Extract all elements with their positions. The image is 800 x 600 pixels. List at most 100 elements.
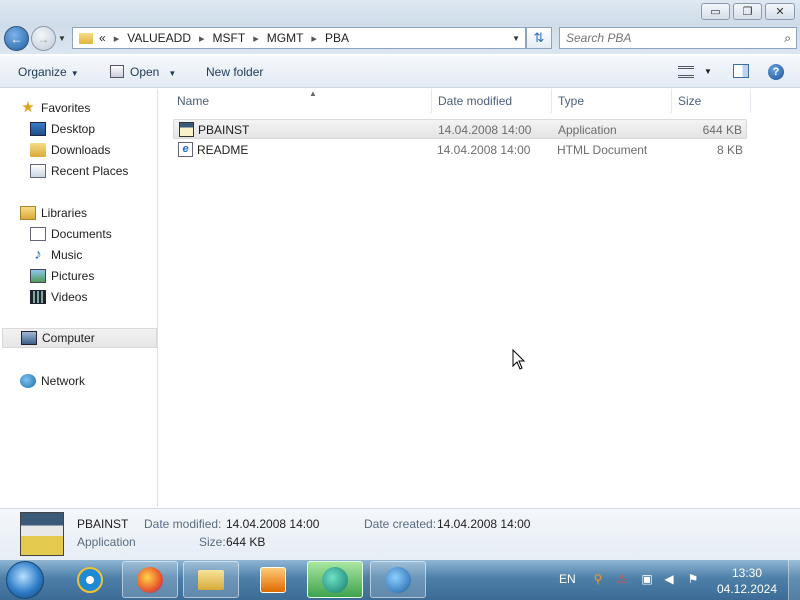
address-overflow[interactable]: « bbox=[99, 31, 106, 45]
taskbar-media-player[interactable] bbox=[245, 561, 301, 598]
arrow-right-icon: → bbox=[37, 31, 50, 46]
network-tray-icon[interactable]: ▣ bbox=[640, 572, 654, 586]
taskbar-explorer[interactable] bbox=[183, 561, 239, 598]
search-box[interactable]: ⌕ bbox=[559, 27, 797, 49]
views-dropdown-icon[interactable]: ▼ bbox=[704, 67, 712, 76]
music-note-icon: ♪ bbox=[34, 246, 42, 263]
warning-icon[interactable]: ⚠ bbox=[615, 572, 629, 586]
nav-downloads[interactable]: Downloads bbox=[30, 140, 110, 160]
file-list: Name ▲ Date modified Type Size PBAINST 1… bbox=[159, 89, 800, 507]
taskbar-active-app[interactable] bbox=[307, 561, 363, 598]
file-date: 14.04.2008 14:00 bbox=[438, 123, 532, 137]
file-row[interactable]: PBAINST 14.04.2008 14:00 Application 644… bbox=[173, 119, 747, 139]
open-label: Open bbox=[130, 65, 160, 79]
chevron-right-icon[interactable]: ▸ bbox=[199, 32, 205, 45]
refresh-button[interactable]: ⇅ bbox=[526, 27, 552, 49]
nav-recent-label: Recent Places bbox=[51, 164, 129, 178]
nav-favorites-label: Favorites bbox=[41, 101, 91, 115]
start-button[interactable] bbox=[6, 561, 44, 599]
window-controls: ▭ ❐ ✕ bbox=[701, 3, 795, 20]
show-desktop-button[interactable] bbox=[788, 560, 800, 600]
nav-recent-places[interactable]: Recent Places bbox=[30, 161, 128, 181]
language-indicator[interactable]: EN bbox=[559, 572, 576, 586]
clock[interactable]: 13:30 04.12.2024 bbox=[712, 565, 782, 597]
details-date-created-label: Date created: bbox=[364, 517, 437, 531]
pictures-icon bbox=[30, 269, 46, 283]
organize-button[interactable]: Organize ▼ bbox=[18, 65, 79, 79]
downloads-folder-icon bbox=[30, 143, 46, 157]
application-icon bbox=[110, 65, 124, 78]
search-icon[interactable]: ⌕ bbox=[784, 31, 791, 46]
column-name-label: Name bbox=[177, 94, 210, 108]
column-date-label: Date modified bbox=[438, 94, 513, 108]
nav-music[interactable]: ♪ Music bbox=[30, 245, 82, 265]
chevron-right-icon[interactable]: ▸ bbox=[311, 32, 317, 45]
column-header-name[interactable]: Name ▲ bbox=[171, 89, 432, 113]
new-folder-label: New folder bbox=[206, 65, 264, 79]
breadcrumb-msft[interactable]: MSFT bbox=[213, 31, 246, 45]
search-tray-icon[interactable]: ⚲ bbox=[591, 572, 605, 586]
window-title-bar: ▭ ❐ ✕ bbox=[0, 0, 800, 24]
chevron-down-icon: ▼ bbox=[70, 69, 79, 78]
application-icon bbox=[322, 566, 348, 593]
file-row[interactable]: e README 14.04.2008 14:00 HTML Document … bbox=[173, 140, 747, 160]
nav-favorites[interactable]: ★ Favorites bbox=[20, 98, 90, 118]
maximize-button[interactable]: ❐ bbox=[733, 3, 762, 20]
nav-documents[interactable]: Documents bbox=[30, 224, 112, 244]
search-input[interactable] bbox=[560, 28, 765, 48]
address-dropdown-icon[interactable]: ▼ bbox=[512, 34, 520, 43]
nav-pictures[interactable]: Pictures bbox=[30, 266, 94, 286]
arrow-left-icon: ← bbox=[10, 31, 23, 46]
close-button[interactable]: ✕ bbox=[765, 3, 795, 20]
column-header-date[interactable]: Date modified bbox=[432, 89, 552, 113]
breadcrumb-pba[interactable]: PBA bbox=[325, 31, 349, 45]
details-file-kind: Application bbox=[77, 535, 136, 549]
desktop-icon bbox=[30, 122, 46, 136]
network-icon bbox=[20, 374, 36, 388]
folder-icon bbox=[79, 32, 93, 44]
details-size-label: Size: bbox=[199, 535, 226, 549]
taskbar-network-app[interactable] bbox=[370, 561, 426, 598]
nav-libraries[interactable]: Libraries bbox=[20, 203, 87, 223]
minimize-button[interactable]: ▭ bbox=[701, 3, 730, 20]
column-header-type[interactable]: Type bbox=[552, 89, 672, 113]
nav-desktop[interactable]: Desktop bbox=[30, 119, 95, 139]
nav-computer[interactable]: Computer bbox=[2, 328, 157, 348]
recent-pages-dropdown[interactable]: ▼ bbox=[58, 34, 66, 43]
videos-icon bbox=[30, 290, 46, 304]
address-bar[interactable]: « ▸ VALUEADD ▸ MSFT ▸ MGMT ▸ PBA ▼ bbox=[72, 27, 526, 49]
volume-icon[interactable]: ◀ bbox=[662, 572, 676, 586]
chevron-down-icon: ▼ bbox=[168, 69, 177, 78]
file-type: Application bbox=[558, 123, 617, 137]
new-folder-button[interactable]: New folder bbox=[206, 65, 263, 79]
breadcrumb-valueadd[interactable]: VALUEADD bbox=[127, 31, 191, 45]
breadcrumb-mgmt[interactable]: MGMT bbox=[267, 31, 304, 45]
nav-videos[interactable]: Videos bbox=[30, 287, 87, 307]
file-date: 14.04.2008 14:00 bbox=[437, 143, 531, 157]
chevron-right-icon[interactable]: ▸ bbox=[253, 32, 259, 45]
back-button[interactable]: ← bbox=[4, 26, 29, 51]
media-player-icon bbox=[260, 566, 286, 593]
column-type-label: Type bbox=[558, 94, 585, 108]
details-file-name: PBAINST bbox=[77, 517, 129, 531]
network-icon bbox=[385, 566, 411, 593]
open-button[interactable]: Open ▼ bbox=[110, 65, 176, 79]
help-icon[interactable]: ? bbox=[768, 64, 784, 80]
details-size: 644 KB bbox=[226, 535, 266, 549]
nav-pictures-label: Pictures bbox=[51, 269, 95, 283]
taskbar-firefox[interactable] bbox=[122, 561, 178, 598]
nav-documents-label: Documents bbox=[51, 227, 112, 241]
column-header-size[interactable]: Size bbox=[672, 89, 751, 113]
chevron-right-icon[interactable]: ▸ bbox=[114, 32, 120, 45]
flag-icon[interactable]: ⚑ bbox=[686, 572, 700, 586]
nav-downloads-label: Downloads bbox=[51, 143, 111, 157]
taskbar-internet-explorer[interactable] bbox=[62, 561, 118, 598]
views-icon[interactable] bbox=[678, 66, 694, 78]
nav-network[interactable]: Network bbox=[20, 371, 85, 391]
folder-icon bbox=[198, 569, 224, 590]
preview-pane-icon[interactable] bbox=[733, 64, 749, 78]
navigation-bar: ← → ▼ « ▸ VALUEADD ▸ MSFT ▸ MGMT ▸ PBA ▼… bbox=[0, 24, 800, 54]
nav-videos-label: Videos bbox=[51, 290, 88, 304]
file-size: 644 KB bbox=[702, 123, 742, 137]
forward-button[interactable]: → bbox=[31, 26, 56, 51]
